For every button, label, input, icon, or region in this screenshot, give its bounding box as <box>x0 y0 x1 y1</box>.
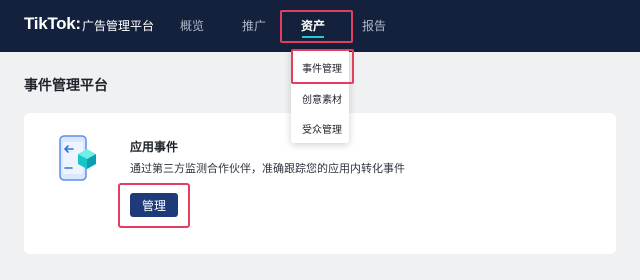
app-event-icon <box>59 135 96 181</box>
assets-highlight-box <box>280 10 353 43</box>
nav-item-overview[interactable]: 概览 <box>180 17 204 34</box>
event-management-highlight-box <box>291 49 354 84</box>
card-description: 通过第三方监测合作伙伴，准确跟踪您的应用内转化事件 <box>130 162 405 175</box>
manage-highlight-box <box>118 183 190 228</box>
page-title: 事件管理平台 <box>24 78 108 94</box>
tiktok-logo[interactable]: TikTok: <box>24 14 81 34</box>
menu-item-creative-assets[interactable]: 创意素材 <box>302 91 342 106</box>
nav-item-promotion[interactable]: 推广 <box>242 17 266 34</box>
platform-name: 广告管理平台 <box>82 19 155 33</box>
menu-item-audience-management[interactable]: 受众管理 <box>302 121 342 136</box>
nav-item-reports[interactable]: 报告 <box>362 17 386 34</box>
card-title: 应用事件 <box>130 140 179 154</box>
